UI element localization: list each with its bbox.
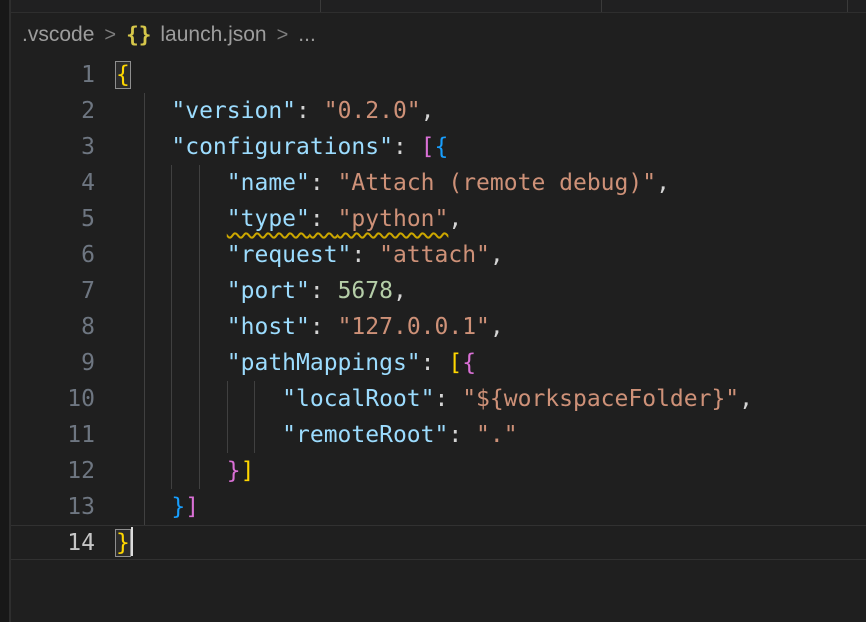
line-number[interactable]: 13: [11, 489, 95, 525]
code-line-11[interactable]: 11 "remoteRoot": ".": [11, 417, 866, 453]
tab-divider: [320, 0, 321, 12]
code-text: "port": 5678,: [116, 273, 407, 309]
code-text: "configurations": [{: [116, 129, 448, 165]
code-line-6[interactable]: 6 "request": "attach",: [11, 237, 866, 273]
code-line-5[interactable]: 5 "type": "python",: [11, 201, 866, 237]
code-text: {: [116, 57, 130, 93]
line-number[interactable]: 14: [11, 525, 95, 561]
line-number[interactable]: 6: [11, 237, 95, 273]
code-text: }: [116, 525, 133, 561]
chevron-right-icon: >: [277, 24, 289, 47]
code-line-3[interactable]: 3 "configurations": [{: [11, 129, 866, 165]
code-line-13[interactable]: 13 }]: [11, 489, 866, 525]
code-lines: 1{2 "version": "0.2.0",3 "configurations…: [11, 57, 866, 561]
chevron-right-icon: >: [104, 24, 116, 47]
editor-pane[interactable]: 1{2 "version": "0.2.0",3 "configurations…: [11, 57, 866, 622]
code-text: }]: [116, 489, 199, 525]
tab-bar-sliver: [11, 0, 866, 13]
line-number[interactable]: 9: [11, 345, 95, 381]
line-number[interactable]: 5: [11, 201, 95, 237]
code-line-10[interactable]: 10 "localRoot": "${workspaceFolder}",: [11, 381, 866, 417]
code-line-4[interactable]: 4 "name": "Attach (remote debug)",: [11, 165, 866, 201]
sidebar-edge: [0, 0, 11, 622]
code-line-1[interactable]: 1{: [11, 57, 866, 93]
code-line-7[interactable]: 7 "port": 5678,: [11, 273, 866, 309]
code-text: "name": "Attach (remote debug)",: [116, 165, 670, 201]
code-text: "remoteRoot": ".": [116, 417, 518, 453]
text-cursor: [131, 527, 133, 556]
vscode-editor-window: .vscode > {} launch.json > ... 1{2 "vers…: [0, 0, 866, 622]
line-number[interactable]: 2: [11, 93, 95, 129]
line-number[interactable]: 8: [11, 309, 95, 345]
code-text: }]: [116, 453, 255, 489]
code-line-8[interactable]: 8 "host": "127.0.0.1",: [11, 309, 866, 345]
code-text: "host": "127.0.0.1",: [116, 309, 504, 345]
code-line-9[interactable]: 9 "pathMappings": [{: [11, 345, 866, 381]
code-text: "type": "python",: [116, 201, 462, 237]
line-number[interactable]: 12: [11, 453, 95, 489]
line-number[interactable]: 11: [11, 417, 95, 453]
tab-divider: [847, 0, 848, 12]
tab-divider: [601, 0, 602, 12]
code-line-14[interactable]: 14}: [11, 525, 866, 561]
json-file-icon: {}: [126, 23, 151, 47]
code-text: "request": "attach",: [116, 237, 504, 273]
breadcrumb-symbol-ellipsis[interactable]: ...: [298, 23, 316, 47]
code-line-12[interactable]: 12 }]: [11, 453, 866, 489]
code-text: "pathMappings": [{: [116, 345, 476, 381]
line-number[interactable]: 7: [11, 273, 95, 309]
breadcrumb-file[interactable]: launch.json: [160, 23, 266, 47]
line-number[interactable]: 10: [11, 381, 95, 417]
code-text: "version": "0.2.0",: [116, 93, 435, 129]
line-number[interactable]: 3: [11, 129, 95, 165]
line-number[interactable]: 4: [11, 165, 95, 201]
code-line-2[interactable]: 2 "version": "0.2.0",: [11, 93, 866, 129]
breadcrumb-folder[interactable]: .vscode: [22, 23, 94, 47]
line-number[interactable]: 1: [11, 57, 95, 93]
code-text: "localRoot": "${workspaceFolder}",: [116, 381, 753, 417]
breadcrumb: .vscode > {} launch.json > ...: [11, 13, 866, 57]
